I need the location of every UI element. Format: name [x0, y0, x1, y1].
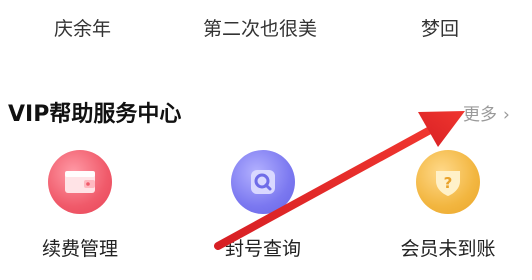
- more-label: 更多: [463, 105, 497, 125]
- service-ban-inquiry[interactable]: 封号查询: [188, 146, 338, 276]
- service-membership-not-credited[interactable]: ? 会员未到账: [373, 146, 523, 276]
- drama-link-qingyunian[interactable]: 庆余年: [54, 14, 111, 41]
- more-link[interactable]: 更多 ›: [463, 100, 510, 125]
- service-label: 会员未到账: [400, 238, 496, 260]
- vip-help-services: 续费管理 封号查询 ? 会员未到账: [0, 146, 532, 280]
- search-magnifier-icon: [231, 150, 295, 214]
- svg-text:?: ?: [444, 174, 453, 192]
- vip-help-section-header: VIP帮助服务中心 更多 ›: [0, 96, 532, 130]
- drama-recommendation-row: 庆余年 第二次也很美 梦回: [0, 14, 532, 42]
- service-label: 续费管理: [41, 238, 118, 260]
- question-shield-icon: ?: [416, 150, 480, 214]
- service-renewal-management[interactable]: 续费管理: [5, 146, 155, 276]
- drama-link-menghui[interactable]: 梦回: [421, 14, 459, 41]
- drama-link-second-time-beautiful[interactable]: 第二次也很美: [203, 14, 317, 41]
- service-label: 封号查询: [224, 238, 301, 260]
- chevron-right-icon: ›: [503, 105, 510, 125]
- wallet-icon: [48, 150, 112, 214]
- section-title: VIP帮助服务中心: [8, 102, 182, 127]
